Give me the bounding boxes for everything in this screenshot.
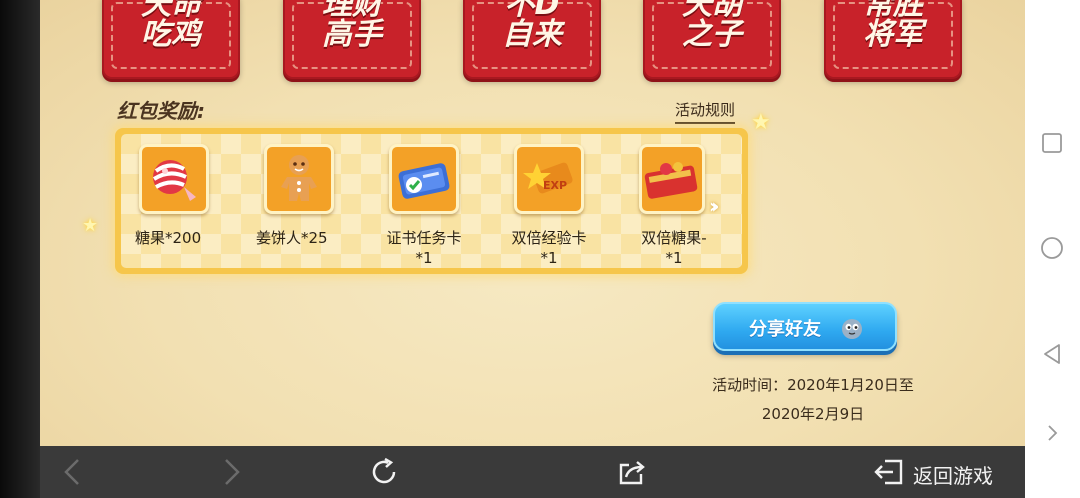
share-friends-button[interactable]: 分享好友: [713, 302, 897, 351]
title-card-3-line2: 自来: [502, 17, 562, 52]
certificate-card-icon: [389, 144, 459, 214]
double-chevron-right-icon[interactable]: ››: [709, 194, 720, 218]
reward-label-line1: 姜饼人*25: [256, 229, 328, 247]
return-to-game-label: 返回游戏: [913, 464, 993, 488]
forward-arrow-icon[interactable]: [214, 456, 246, 488]
title-card-4-line2: 之子: [682, 17, 742, 52]
system-back-icon[interactable]: [1040, 342, 1064, 366]
reward-panel: 糖果*200 姜饼人*25 证书任务卡 *1 EXP 双倍经验卡 *1 双倍糖果…: [115, 128, 748, 274]
reward-label-line1: 糖果*200: [135, 229, 202, 247]
share-button-label: 分享好友: [749, 319, 821, 340]
activity-rules-link[interactable]: 活动规则: [675, 99, 736, 124]
browser-bottom-bar: 返回游戏: [40, 446, 1025, 498]
reward-label-line2: *1: [665, 249, 683, 267]
reward-label-line1: 证书任务卡: [386, 229, 462, 247]
title-card-1: 天命 吃鸡: [102, 0, 240, 79]
system-nav-bar: [1025, 0, 1080, 498]
recent-apps-icon[interactable]: [1040, 131, 1064, 155]
title-card-3: 不D 自来: [463, 0, 601, 79]
candy-card-icon: [639, 144, 705, 214]
sparkle-star-icon: ★: [751, 110, 771, 135]
reward-label-line1: 双倍糖果-: [641, 229, 707, 247]
home-icon[interactable]: [1040, 236, 1064, 260]
reload-icon[interactable]: [368, 456, 400, 488]
title-card-2: 理财 高手: [283, 0, 421, 79]
event-page: 天命 吃鸡 理财 高手 不D 自来 天胡 之子 常胜 将军 红包奖励: 活动规则…: [40, 0, 1025, 446]
reward-label-line2: *1: [415, 249, 433, 267]
activity-time-line2: 2020年2月9日: [761, 405, 865, 423]
chevron-right-icon[interactable]: [1040, 421, 1064, 445]
reward-list: 糖果*200 姜饼人*25 证书任务卡 *1 EXP 双倍经验卡 *1 双倍糖果…: [121, 134, 742, 268]
title-card-2-line2: 高手: [322, 17, 382, 52]
sparkle-star-icon: ★: [82, 215, 99, 236]
mascot-icon: [842, 319, 862, 339]
reward-label-line1: 双倍经验卡: [511, 229, 587, 247]
exit-icon: [874, 459, 903, 485]
gingerbread-icon: [264, 144, 334, 214]
svg-text:EXP: EXP: [543, 179, 567, 192]
reward-label-line2: *1: [540, 249, 558, 267]
title-card-1-line2: 吃鸡: [141, 17, 201, 52]
exp-card-icon: EXP: [514, 144, 584, 214]
title-card-5: 常胜 将军: [824, 0, 962, 79]
return-to-game-button[interactable]: 返回游戏: [873, 455, 1013, 489]
activity-time-line1: 活动时间：2020年1月20日至: [712, 376, 914, 394]
title-card-4: 天胡 之子: [643, 0, 781, 79]
title-card-5-line2: 将军: [863, 17, 923, 52]
back-arrow-icon[interactable]: [58, 456, 90, 488]
candy-icon: [139, 144, 209, 214]
share-icon[interactable]: [617, 456, 649, 488]
left-edge-strip: [0, 0, 40, 498]
reward-section-title: 红包奖励:: [117, 99, 205, 123]
